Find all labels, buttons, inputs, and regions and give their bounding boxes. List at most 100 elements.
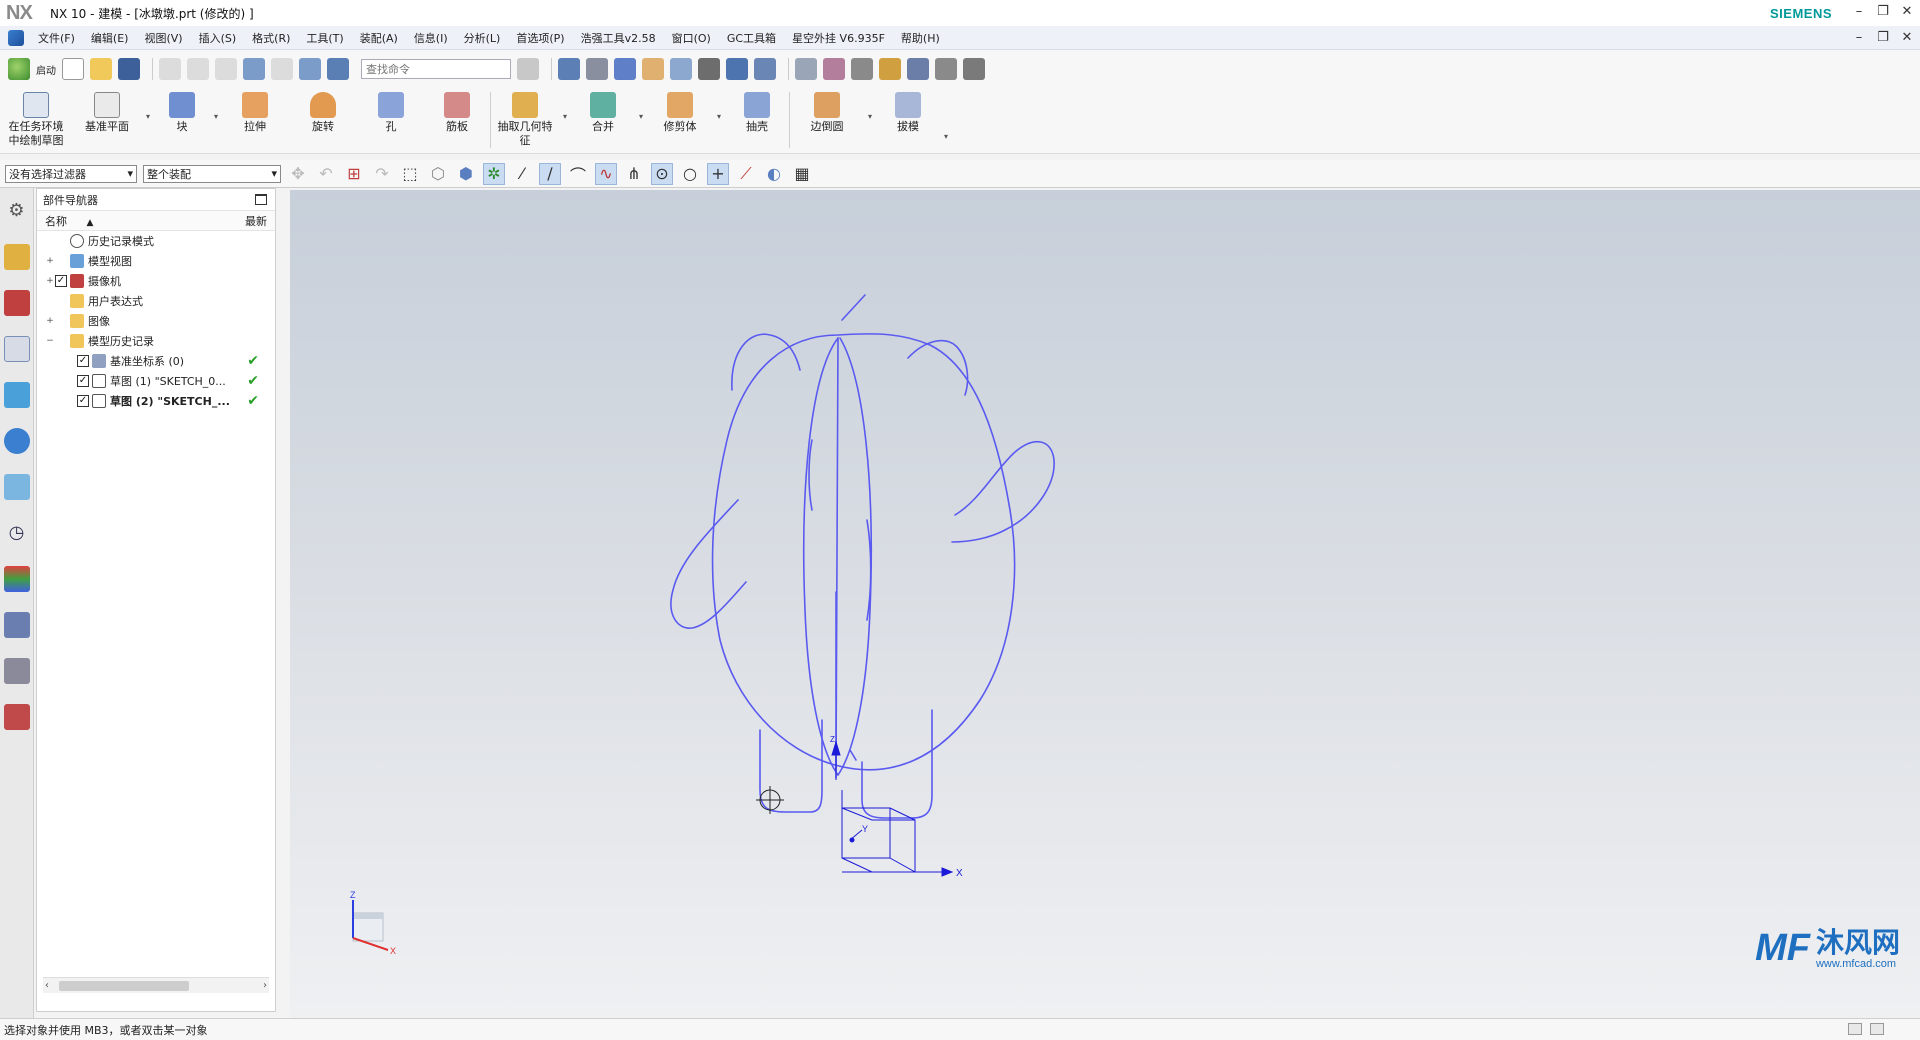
clip-section-icon[interactable] [754, 58, 776, 80]
history-icon[interactable]: ◷ [4, 520, 30, 546]
select-bodies-icon[interactable]: ⬢ [455, 163, 477, 185]
menu-xingkong-plugin[interactable]: 星空外挂 V6.935F [784, 30, 893, 46]
process-studio-icon[interactable] [3, 612, 30, 638]
revolve-button[interactable]: 旋转 [288, 88, 358, 134]
ruler-icon[interactable] [963, 58, 985, 80]
menu-tools[interactable]: 工具(T) [298, 30, 351, 46]
snap-view-icon[interactable] [726, 58, 748, 80]
extrude-button[interactable]: 拉伸 [222, 88, 288, 134]
wireframe-cube-icon[interactable] [642, 58, 664, 80]
sketch-canvas[interactable]: X Y Z Z X [290, 190, 1920, 1018]
menu-window[interactable]: 窗口(O) [664, 30, 719, 46]
menu-format[interactable]: 格式(R) [244, 30, 298, 46]
web-browser-icon[interactable] [3, 474, 30, 500]
doc-minimize-button[interactable]: – [1850, 29, 1868, 47]
tree-node[interactable]: 用户表达式 [37, 291, 275, 311]
block-dropdown-arrow[interactable]: ▾ [210, 112, 222, 121]
menu-assembly[interactable]: 装配(A) [352, 30, 406, 46]
endpoint-snap-icon[interactable]: ⁄ [511, 163, 533, 185]
paste-icon[interactable] [215, 58, 237, 80]
datum-dropdown-arrow[interactable]: ▾ [142, 112, 154, 121]
tree-node[interactable]: ✓ 草图 (1) "SKETCH_0... ✔ [37, 371, 275, 391]
expand-toggle-icon[interactable]: + [45, 316, 55, 326]
expand-toggle-icon[interactable]: + [45, 276, 55, 286]
menu-view[interactable]: 视图(V) [136, 30, 190, 46]
menu-gc-toolkit[interactable]: GC工具箱 [719, 30, 784, 46]
save-icon[interactable] [118, 58, 140, 80]
fit-view-icon[interactable] [558, 58, 580, 80]
close-button[interactable]: ✕ [1898, 3, 1916, 21]
part-navigator-icon[interactable] [3, 336, 30, 362]
selection-scope-dropdown[interactable]: 整个装配 ▾ [143, 164, 281, 183]
menu-file[interactable]: 文件(F) [30, 30, 83, 46]
arc-center-snap-icon[interactable]: ⊙ [651, 162, 673, 185]
snap-grid-icon[interactable] [935, 58, 957, 80]
start-label[interactable]: 启动 [36, 62, 56, 77]
visibility-checkbox[interactable]: ✓ [77, 395, 89, 407]
open-folder-icon[interactable] [90, 58, 112, 80]
system-materials-icon[interactable] [3, 566, 30, 592]
tree-node[interactable]: − 模型历史记录 [37, 331, 275, 351]
menu-info[interactable]: 信息(I) [406, 30, 456, 46]
snap-point-icon[interactable]: ✲ [483, 162, 505, 185]
visibility-checkbox[interactable]: ✓ [55, 275, 67, 287]
minimize-button[interactable]: – [1850, 3, 1868, 21]
doc-restore-button[interactable]: ❐ [1874, 29, 1892, 47]
visibility-checkbox[interactable]: ✓ [77, 375, 89, 387]
redo-icon[interactable] [271, 58, 293, 80]
shell-button[interactable]: 抽壳 [725, 88, 789, 134]
analysis-icon[interactable] [879, 58, 901, 80]
select-faces-icon[interactable]: ⬡ [427, 163, 449, 185]
trim-dropdown-arrow[interactable]: ▾ [713, 112, 725, 121]
selection-grid-icon[interactable]: ▦ [791, 163, 813, 185]
hole-button[interactable]: 孔 [358, 88, 424, 134]
trim-body-button[interactable]: 修剪体 [647, 88, 713, 134]
unite-button[interactable]: 合并 [571, 88, 635, 134]
menu-help[interactable]: 帮助(H) [893, 30, 948, 46]
menu-analysis[interactable]: 分析(L) [456, 30, 509, 46]
general-select-icon[interactable]: ✥ [287, 163, 309, 185]
restore-button[interactable]: ❐ [1874, 3, 1892, 21]
layer-settings-icon[interactable] [795, 58, 817, 80]
edge-blend-button[interactable]: 边倒圆 [790, 88, 864, 134]
scroll-left-icon[interactable]: ‹ [45, 980, 49, 991]
touch-mode-icon[interactable] [327, 58, 349, 80]
snap-mode-icon[interactable]: ◐ [763, 163, 785, 185]
rib-button[interactable]: 筋板 [424, 88, 490, 134]
maximize-panel-icon[interactable] [255, 194, 267, 205]
start-icon[interactable] [8, 58, 30, 80]
type-filter-dropdown[interactable]: 没有选择过滤器 ▾ [5, 164, 137, 183]
new-file-icon[interactable] [62, 58, 84, 80]
unite-dropdown-arrow[interactable]: ▾ [635, 112, 647, 121]
point-on-curve-snap-icon[interactable]: ∿ [595, 162, 617, 185]
orient-view-icon[interactable] [586, 58, 608, 80]
intersection-snap-icon[interactable]: ⋔ [623, 163, 645, 185]
expand-toggle-icon[interactable]: − [45, 336, 55, 346]
reuse-library-icon[interactable] [3, 382, 30, 408]
add-select-icon[interactable]: ⊞ [343, 163, 365, 185]
command-finder-search-icon[interactable] [517, 58, 539, 80]
existing-point-snap-icon[interactable]: + [707, 162, 729, 185]
scroll-right-icon[interactable]: › [263, 980, 267, 991]
role-icon[interactable] [3, 704, 30, 730]
menu-edit[interactable]: 编辑(E) [83, 30, 137, 46]
rectangle-select-icon[interactable]: ⬚ [399, 163, 421, 185]
tree-node[interactable]: 历史记录模式 [37, 231, 275, 251]
midpoint-snap-icon[interactable]: ∕ [539, 162, 561, 185]
extract-geometry-button[interactable]: 抽取几何特 征 [491, 88, 559, 148]
point-on-face-snap-icon[interactable]: ⟋ [735, 163, 757, 185]
menu-haoqiang-tools[interactable]: 浩强工具v2.58 [573, 30, 664, 46]
tree-node[interactable]: + 图像 [37, 311, 275, 331]
tree-node[interactable]: + ✓ 摄像机 [37, 271, 275, 291]
menu-insert[interactable]: 插入(S) [191, 30, 245, 46]
status-icon-b[interactable] [1870, 1023, 1884, 1035]
hd3d-tools-icon[interactable] [3, 428, 30, 454]
shaded-cube-icon[interactable] [614, 58, 636, 80]
tree-node[interactable]: ✓ 基准坐标系 (0) ✔ [37, 351, 275, 371]
menu-preferences[interactable]: 首选项(P) [508, 30, 572, 46]
tree-node[interactable]: ✓ 草图 (2) "SKETCH_... ✔ [37, 391, 275, 411]
assembly-navigator-icon[interactable] [3, 244, 30, 270]
draft-button[interactable]: 拔模 [876, 88, 940, 134]
quadrant-snap-icon[interactable]: ○ [679, 163, 701, 185]
settings-gear-icon[interactable]: ⚙ [4, 198, 30, 224]
